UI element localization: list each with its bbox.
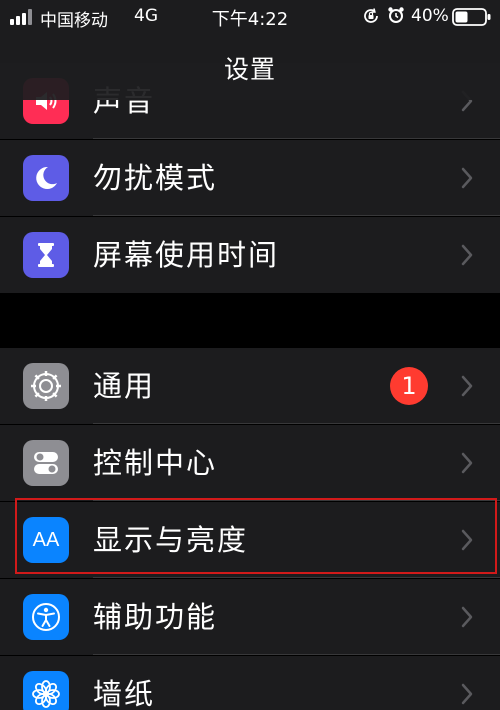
status-bar: 中国移动 4G 下午4:22 40% <box>0 0 500 34</box>
notification-badge: 1 <box>390 367 428 405</box>
accessibility-label: 辅助功能 <box>93 600 218 634</box>
chevron-right-icon <box>461 244 473 266</box>
text-size-icon: AA <box>23 517 69 563</box>
chevron-right-icon <box>461 683 473 705</box>
battery-icon <box>452 8 491 26</box>
chevron-right-icon <box>461 606 473 628</box>
flower-icon <box>23 671 69 710</box>
row-separator <box>93 215 500 216</box>
page-title: 设置 <box>223 55 276 84</box>
display-brightness-label: 显示与亮度 <box>93 523 249 557</box>
settings-row-general[interactable]: 通用 1 <box>0 348 500 424</box>
text-size-glyph: AA <box>32 528 60 551</box>
moon-icon <box>23 155 69 201</box>
settings-row-screen-time[interactable]: 屏幕使用时间 <box>0 217 500 293</box>
screen-time-label: 屏幕使用时间 <box>93 238 280 272</box>
row-separator <box>93 500 500 501</box>
settings-row-control-center[interactable]: 控制中心 <box>0 425 500 501</box>
accessibility-icon <box>23 594 69 640</box>
row-separator <box>93 138 500 139</box>
dnd-label: 勿扰模式 <box>93 161 218 195</box>
settings-row-wallpaper[interactable]: 墙纸 <box>0 656 500 710</box>
chevron-right-icon <box>461 452 473 474</box>
chevron-right-icon <box>461 529 473 551</box>
wallpaper-label: 墙纸 <box>93 677 156 710</box>
toggles-icon <box>23 440 69 486</box>
battery-percentage: 40% <box>411 6 449 26</box>
chevron-right-icon <box>461 167 473 189</box>
row-separator <box>93 654 500 655</box>
rotation-lock-icon <box>364 8 378 23</box>
settings-row-do-not-disturb[interactable]: 勿扰模式 <box>0 140 500 216</box>
settings-row-display-brightness[interactable]: AA 显示与亮度 <box>0 502 500 578</box>
control-center-label: 控制中心 <box>93 446 218 480</box>
gear-icon <box>23 363 69 409</box>
hourglass-icon <box>23 232 69 278</box>
navigation-bar: 中国移动 4G 下午4:22 40% 设置 <box>0 0 500 100</box>
settings-screen: 声音 勿扰模式 屏幕使用时间 通用 1 控制中心 AA 显示与亮度 辅助功能 墙… <box>0 0 500 710</box>
row-separator <box>93 423 500 424</box>
chevron-right-icon <box>461 375 473 397</box>
settings-row-accessibility[interactable]: 辅助功能 <box>0 579 500 655</box>
alarm-clock-icon <box>388 7 404 23</box>
row-separator <box>93 577 500 578</box>
general-label: 通用 <box>93 369 156 403</box>
